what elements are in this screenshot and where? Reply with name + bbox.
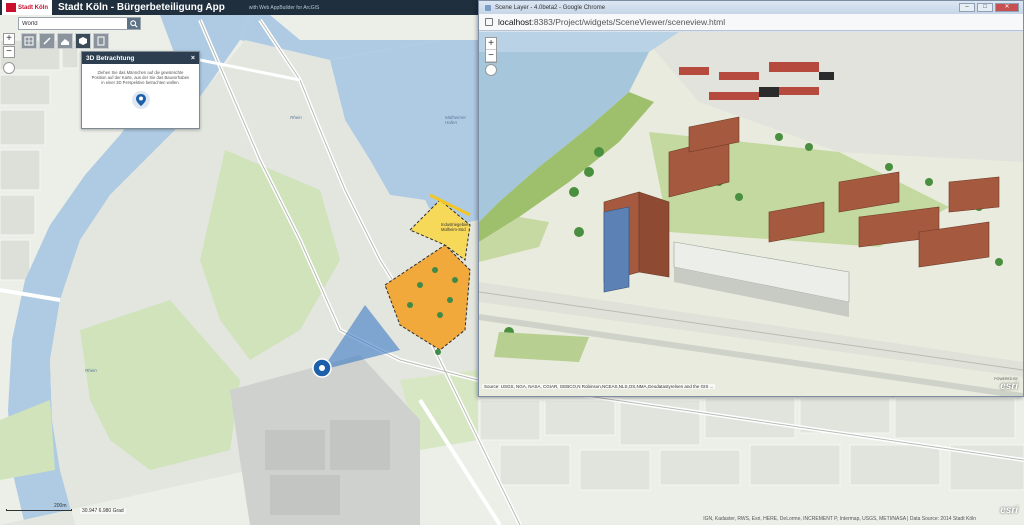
viewer-drag-handle[interactable]: [131, 90, 150, 109]
label-muelheimer-hafen: Mülheimer Hafen: [445, 115, 467, 125]
chrome-window-title: Scene Layer - 4.0beta2 - Google Chrome: [495, 4, 606, 11]
zoom-in-button[interactable]: +: [3, 33, 15, 45]
cube-icon: [79, 37, 87, 45]
scene-canvas: [479, 32, 1023, 396]
scene-esri-logo: esri: [1000, 381, 1018, 392]
3d-view-panel: 3D Betrachtung × Ziehen Sie das Männchen…: [81, 51, 200, 129]
print-button[interactable]: [93, 33, 109, 49]
zoom-out-button[interactable]: −: [3, 46, 15, 58]
map-attribution: IGN, Kadaster, RWS, Esri, HERE, DeLorme,…: [703, 516, 976, 522]
scene-view[interactable]: + − Source: USGS, NGA, NASA, CGIAR, GEBC…: [479, 32, 1023, 396]
label-rhein-south: Rhein: [85, 368, 97, 373]
search-input[interactable]: [19, 18, 127, 29]
layers-button[interactable]: [21, 33, 37, 49]
address-bar[interactable]: localhost:8383/Project/widgets/SceneView…: [479, 14, 1023, 31]
logo: Stadt Köln: [2, 0, 52, 15]
layers-icon: [24, 36, 34, 46]
scale-bar: [6, 509, 72, 511]
page-favicon-icon: [485, 4, 491, 11]
url-text[interactable]: localhost:8383/Project/widgets/SceneView…: [498, 17, 725, 27]
search-icon: [129, 19, 138, 28]
measure-icon: [61, 39, 69, 45]
measure-button[interactable]: [57, 33, 73, 49]
edit-icon: [43, 37, 51, 45]
search-bar: [18, 17, 141, 30]
scene-zoom-in-button[interactable]: +: [486, 38, 496, 50]
url-path: :8383/Project/widgets/SceneViewer/scenev…: [531, 17, 726, 27]
3d-view-button[interactable]: [75, 33, 91, 49]
label-rhein-north: Rhein: [290, 115, 302, 120]
scene-zoom-controls: + −: [485, 37, 497, 63]
scene-zoom-out-button[interactable]: −: [486, 50, 496, 62]
panel-header: 3D Betrachtung ×: [82, 52, 199, 64]
maximize-button[interactable]: □: [977, 3, 993, 12]
url-host: localhost: [498, 17, 532, 27]
app-subtitle: with Web AppBuilder for ArcGIS: [248, 4, 320, 11]
chrome-window[interactable]: Scene Layer - 4.0beta2 - Google Chrome –…: [478, 0, 1024, 397]
print-icon: [97, 36, 105, 46]
app-title: Stadt Köln - Bürgerbeteiligung App: [58, 2, 225, 13]
widget-toolbar: [21, 33, 109, 49]
edit-button[interactable]: [39, 33, 55, 49]
logo-text: Stadt Köln: [18, 4, 48, 11]
panel-close-button[interactable]: ×: [191, 55, 195, 62]
esri-logo: esri: [1000, 505, 1018, 516]
person-pin-icon: [135, 93, 146, 106]
koeln-crest-icon: [6, 3, 16, 12]
compass-icon[interactable]: [485, 64, 497, 76]
window-controls: – □ ✕: [959, 3, 1019, 12]
search-button[interactable]: [127, 18, 140, 29]
minimize-button[interactable]: –: [959, 3, 975, 12]
home-button[interactable]: [3, 62, 15, 74]
label-industriegebiet: Industriegebiet Mülheim-Süd: [441, 222, 469, 232]
scale-label: 200m: [54, 503, 67, 509]
panel-title: 3D Betrachtung: [86, 54, 135, 62]
chrome-titlebar[interactable]: Scene Layer - 4.0beta2 - Google Chrome –…: [479, 1, 1023, 14]
page-info-icon[interactable]: [485, 18, 493, 26]
close-button[interactable]: ✕: [995, 3, 1019, 12]
coordinate-readout: 30.947 6.980 Grad: [80, 508, 126, 514]
scene-attribution: Source: USGS, NGA, NASA, CGIAR, GEBCO,N …: [482, 384, 716, 389]
panel-description: Ziehen Sie das Männchen auf die gewünsch…: [91, 70, 190, 86]
